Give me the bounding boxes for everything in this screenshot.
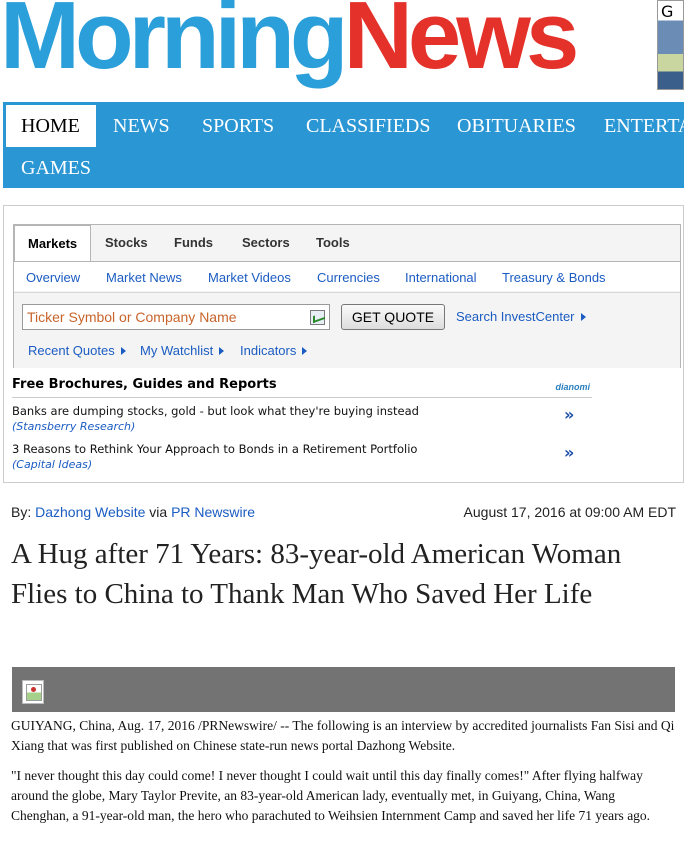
my-watchlist-link[interactable]: My Watchlist xyxy=(140,343,225,358)
subnav-international[interactable]: International xyxy=(405,270,477,285)
brochure-title[interactable]: Banks are dumping stocks, gold - but loo… xyxy=(12,404,592,418)
tab-funds[interactable]: Funds xyxy=(174,235,213,250)
article-headline: A Hug after 71 Years: 83-year-old Americ… xyxy=(11,538,622,610)
ad-thumbnail-letter: G xyxy=(661,2,674,21)
brochure-source: (Capital Ideas) xyxy=(12,458,93,471)
markets-tabbar: Markets Stocks Funds Sectors Tools xyxy=(14,225,680,262)
tab-sectors[interactable]: Sectors xyxy=(242,235,290,250)
subnav-currencies[interactable]: Currencies xyxy=(317,270,380,285)
triangle-right-icon xyxy=(120,347,126,355)
article-image-frame xyxy=(12,667,675,712)
logo-morning: Morning xyxy=(0,0,349,89)
brochure-title[interactable]: 3 Reasons to Rethink Your Approach to Bo… xyxy=(12,442,592,456)
recent-quotes-link[interactable]: Recent Quotes xyxy=(28,343,126,358)
dianomi-logo[interactable]: dianomi xyxy=(555,378,590,396)
markets-subnav: Overview Market News Market Videos Curre… xyxy=(14,261,680,291)
nav-home[interactable]: HOME xyxy=(6,105,96,147)
main-nav: HOME NEWS SPORTS CLASSIFIEDS OBITUARIES … xyxy=(3,102,684,188)
brochures-heading: Free Brochures, Guides and Reports diano… xyxy=(12,376,592,398)
article-byline: By: Dazhong Website via PR Newswire xyxy=(11,504,255,520)
tab-markets[interactable]: Markets xyxy=(14,225,92,262)
tab-tools[interactable]: Tools xyxy=(316,235,350,250)
brochure-item[interactable]: Banks are dumping stocks, gold - but loo… xyxy=(12,404,592,433)
markets-tabs-box: Markets Stocks Funds Sectors Tools Overv… xyxy=(13,224,681,368)
double-chevron-right-icon[interactable]: » xyxy=(564,443,574,462)
indicators-label: Indicators xyxy=(240,343,297,358)
recent-quotes-label: Recent Quotes xyxy=(28,343,115,358)
source-link[interactable]: PR Newswire xyxy=(171,504,255,520)
indicators-link[interactable]: Indicators xyxy=(240,343,308,358)
site-logo[interactable]: MorningNews xyxy=(0,0,579,84)
triangle-right-icon xyxy=(219,347,225,355)
subnav-market-videos[interactable]: Market Videos xyxy=(208,270,291,285)
symbol-lookup-icon[interactable] xyxy=(310,310,325,325)
nav-games[interactable]: GAMES xyxy=(21,147,91,188)
article-paragraph: GUIYANG, China, Aug. 17, 2016 /PRNewswir… xyxy=(11,718,675,753)
tab-stocks[interactable]: Stocks xyxy=(105,235,148,250)
article-date: August 17, 2016 at 09:00 AM EDT xyxy=(463,504,676,520)
double-chevron-right-icon[interactable]: » xyxy=(564,405,574,424)
ad-thumbnail[interactable]: G xyxy=(657,0,684,90)
markets-widget: Markets Stocks Funds Sectors Tools Overv… xyxy=(3,205,684,483)
article-paragraph: "I never thought this day could come! I … xyxy=(11,768,651,823)
broken-image-icon[interactable] xyxy=(22,680,44,704)
get-quote-button[interactable]: GET QUOTE xyxy=(341,304,445,330)
quote-row: GET QUOTE Search InvestCenter Recent Quo… xyxy=(14,292,680,368)
ticker-search-input[interactable] xyxy=(22,304,330,330)
nav-news[interactable]: NEWS xyxy=(113,105,170,147)
brochures-heading-text: Free Brochures, Guides and Reports xyxy=(12,377,277,392)
subnav-overview[interactable]: Overview xyxy=(26,270,80,285)
brochure-source: (Stansberry Research) xyxy=(12,420,136,433)
masthead: MorningNews G xyxy=(0,0,684,100)
nav-entertainment[interactable]: ENTERTA xyxy=(604,105,684,147)
brochure-item[interactable]: 3 Reasons to Rethink Your Approach to Bo… xyxy=(12,442,592,471)
subnav-treasury-bonds[interactable]: Treasury & Bonds xyxy=(502,270,606,285)
nav-sports[interactable]: SPORTS xyxy=(202,105,274,147)
byline-via: via xyxy=(149,504,168,520)
nav-classifieds[interactable]: CLASSIFIEDS xyxy=(306,105,430,147)
search-investcenter-label: Search InvestCenter xyxy=(456,309,575,324)
author-link[interactable]: Dazhong Website xyxy=(35,504,145,520)
byline-prefix: By: xyxy=(11,504,32,520)
search-investcenter-link[interactable]: Search InvestCenter xyxy=(456,309,586,324)
logo-news: News xyxy=(343,0,580,89)
subnav-market-news[interactable]: Market News xyxy=(106,270,182,285)
my-watchlist-label: My Watchlist xyxy=(140,343,214,358)
triangle-right-icon xyxy=(302,347,308,355)
nav-obituaries[interactable]: OBITUARIES xyxy=(457,105,576,147)
triangle-right-icon xyxy=(580,313,586,321)
